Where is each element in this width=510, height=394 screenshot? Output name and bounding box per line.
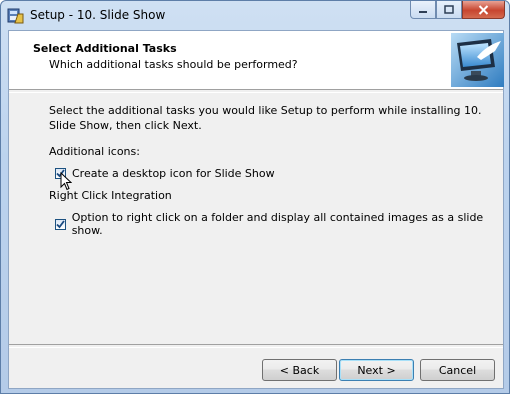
wizard-client-area: Select Additional Tasks Which additional… xyxy=(8,30,504,389)
back-button[interactable]: < Back xyxy=(262,359,337,381)
maximize-button[interactable] xyxy=(436,1,462,19)
title-bar[interactable]: Setup - 10. Slide Show xyxy=(1,1,509,29)
right-click-task-label: Option to right click on a folder and di… xyxy=(71,211,484,237)
task-description: Select the additional tasks you would li… xyxy=(49,104,482,132)
desktop-icon-task[interactable]: Create a desktop icon for Slide Show xyxy=(55,167,275,180)
page-subtitle: Which additional tasks should be perform… xyxy=(49,58,298,71)
window-title: Setup - 10. Slide Show xyxy=(30,8,166,22)
setup-app-icon xyxy=(7,8,24,24)
maximize-icon xyxy=(444,5,454,14)
checkmark-icon xyxy=(56,219,65,228)
minimize-icon xyxy=(419,10,427,13)
page-title: Select Additional Tasks xyxy=(33,42,177,55)
header-divider xyxy=(9,89,503,93)
right-click-task[interactable]: Option to right click on a folder and di… xyxy=(55,211,503,237)
next-button[interactable]: Next > xyxy=(339,359,414,381)
minimize-button[interactable] xyxy=(410,1,436,19)
footer-divider xyxy=(9,344,503,348)
wizard-header: Select Additional Tasks Which additional… xyxy=(9,31,504,90)
desktop-icon-task-label: Create a desktop icon for Slide Show xyxy=(72,167,275,180)
additional-icons-label: Additional icons: xyxy=(49,145,140,158)
mouse-cursor-icon xyxy=(60,172,72,191)
cancel-button[interactable]: Cancel xyxy=(420,359,495,381)
setup-window: Setup - 10. Slide Show Select Additional… xyxy=(0,0,510,394)
close-icon xyxy=(478,4,489,15)
close-button[interactable] xyxy=(462,1,505,19)
right-click-checkbox[interactable] xyxy=(55,218,66,230)
wizard-logo-icon xyxy=(451,33,504,87)
